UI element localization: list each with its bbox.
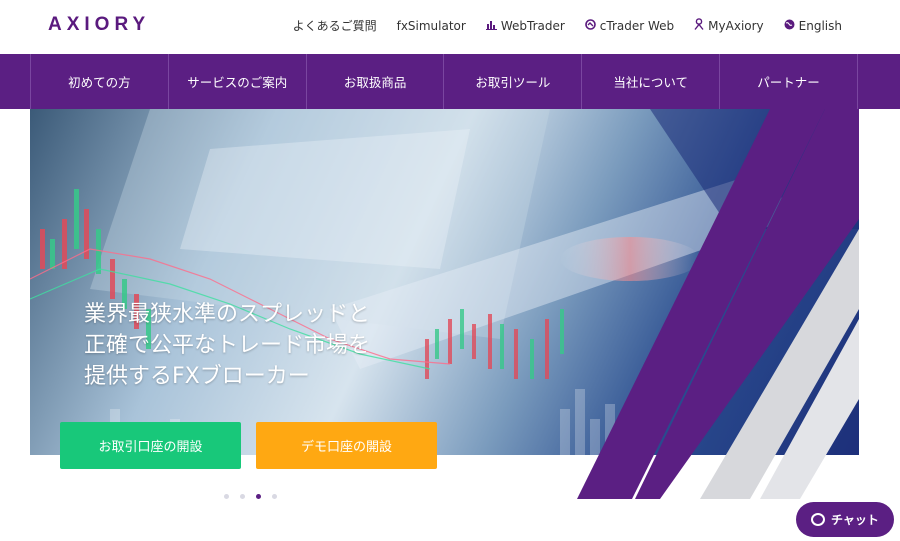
open-real-account-button[interactable]: お取引口座の開設: [60, 422, 241, 469]
myaxiory-link[interactable]: MyAxiory: [694, 17, 764, 34]
top-links: よくあるご質問 fxSimulator WebTrader cTrader We…: [293, 17, 842, 34]
hero-line-3: 提供するFXブローカー: [84, 364, 310, 389]
faq-link[interactable]: よくあるご質問: [293, 17, 377, 34]
hero-line-1: 業界最狭水準のスプレッドと: [84, 302, 371, 327]
nav-services[interactable]: サービスのご案内: [167, 54, 306, 109]
carousel-dot-1[interactable]: [224, 494, 229, 499]
axiory-logo[interactable]: AXIORY: [48, 14, 150, 36]
fxsimulator-link[interactable]: fxSimulator: [397, 17, 466, 34]
globe-icon: [784, 19, 795, 33]
webtrader-link[interactable]: WebTrader: [485, 17, 565, 34]
carousel-dot-3[interactable]: [256, 494, 261, 499]
carousel-dot-4[interactable]: [272, 494, 277, 499]
nav-beginners[interactable]: 初めての方: [30, 54, 168, 109]
chat-button[interactable]: チャット: [796, 502, 894, 537]
ctrader-icon: [584, 18, 596, 33]
language-link[interactable]: English: [784, 17, 842, 34]
nav-trading-tools[interactable]: お取引ツール: [443, 54, 581, 109]
ctrader-web-link[interactable]: cTrader Web: [584, 17, 674, 34]
carousel-indicators: [224, 494, 277, 499]
chat-label: チャット: [831, 513, 879, 527]
main-nav: 初めての方 サービスのご案内 お取扱商品 お取引ツール 当社について パートナー: [0, 54, 900, 109]
nav-partners[interactable]: パートナー: [719, 54, 858, 109]
chart-icon: [485, 19, 497, 33]
decorative-stripes: [577, 109, 859, 499]
nav-products[interactable]: お取扱商品: [305, 54, 444, 109]
nav-about[interactable]: 当社について: [581, 54, 719, 109]
hero-line-2: 正確で公平なトレード市場を: [84, 333, 371, 358]
chat-bubble-icon: [811, 513, 826, 526]
open-demo-account-button[interactable]: デモ口座の開設: [256, 422, 437, 469]
top-bar: AXIORY よくあるご質問 fxSimulator WebTrader cTr…: [0, 0, 900, 54]
hero-headline: 業界最狭水準のスプレッドと 正確で公平なトレード市場を 提供するFXブローカー: [84, 299, 370, 392]
carousel-dot-2[interactable]: [240, 494, 245, 499]
user-icon: [694, 18, 704, 33]
